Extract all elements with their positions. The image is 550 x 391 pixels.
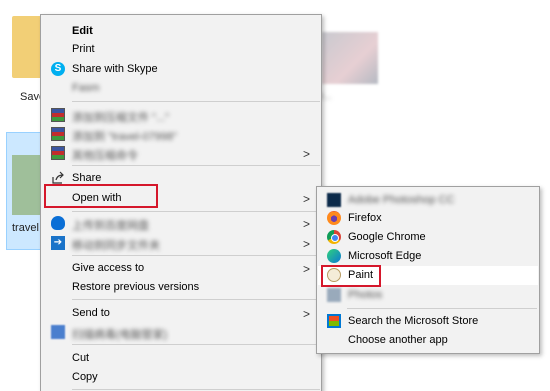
menu-item-edit[interactable]: Edit bbox=[42, 21, 320, 41]
menu-item-label: Give access to bbox=[72, 262, 145, 274]
menu-item-label: Copy bbox=[72, 371, 98, 383]
menu-item-label: 上传到百度网盘 bbox=[72, 220, 149, 232]
submenu-item-label: Adobe Photoshop CC bbox=[348, 194, 455, 206]
submenu-item-edge[interactable]: Microsoft Edge bbox=[318, 247, 538, 266]
scan-icon bbox=[51, 325, 65, 339]
file-thumbnail[interactable] bbox=[322, 32, 378, 84]
menu-item-label: Share bbox=[72, 172, 102, 184]
menu-item-blurred[interactable]: Fasm bbox=[42, 78, 320, 98]
menu-item-label: Print bbox=[72, 43, 95, 55]
menu-item-cloud-upload[interactable]: 上传到百度网盘 > bbox=[42, 213, 320, 233]
paint-highlight bbox=[321, 265, 381, 287]
move-arrow-icon: ➔ bbox=[51, 236, 65, 250]
submenu-item-photoshop[interactable]: Adobe Photoshop CC bbox=[318, 191, 538, 210]
submenu-item-label: Choose another app bbox=[348, 334, 448, 346]
submenu-item-label: Google Chrome bbox=[348, 231, 426, 243]
menu-separator bbox=[72, 101, 320, 102]
menu-item-move-sync[interactable]: ➔ 移动到同步文件夹 > bbox=[42, 233, 320, 253]
menu-item-label: 移动到同步文件夹 bbox=[72, 240, 160, 252]
menu-item-label: Restore previous versions bbox=[72, 281, 200, 293]
submenu-item-label: Microsoft Edge bbox=[348, 250, 422, 262]
menu-separator bbox=[72, 389, 320, 390]
edge-icon bbox=[327, 249, 341, 263]
submenu-item-firefox[interactable]: Firefox bbox=[318, 209, 538, 228]
menu-item-label: 其他压缩命令 bbox=[72, 150, 138, 162]
menu-item-label: 添加到压缩文件 "..." bbox=[72, 112, 170, 124]
menu-item-label: Cut bbox=[72, 352, 90, 364]
menu-separator bbox=[72, 165, 320, 166]
menu-item-label: Fasm bbox=[72, 82, 100, 94]
menu-item-give-access[interactable]: Give access to > bbox=[42, 258, 320, 278]
winrar-icon bbox=[51, 146, 65, 160]
submenu-item-label: Photos bbox=[348, 289, 383, 301]
menu-separator bbox=[72, 211, 320, 212]
menu-separator bbox=[347, 308, 537, 309]
menu-item-scan[interactable]: 扫描病毒(电脑管家) bbox=[42, 322, 320, 342]
chrome-icon bbox=[327, 230, 341, 244]
winrar-icon bbox=[51, 127, 65, 141]
submenu-item-photos[interactable]: Photos bbox=[318, 286, 538, 305]
menu-separator bbox=[72, 299, 320, 300]
submenu-item-label: Firefox bbox=[348, 212, 382, 224]
chevron-right-icon: > bbox=[302, 192, 310, 206]
menu-item-share-skype[interactable]: S Share with Skype bbox=[42, 59, 320, 79]
menu-separator bbox=[72, 255, 320, 256]
submenu-item-chrome[interactable]: Google Chrome bbox=[318, 228, 538, 247]
menu-item-print[interactable]: Print bbox=[42, 39, 320, 59]
menu-item-label: Send to bbox=[72, 307, 110, 319]
share-icon bbox=[51, 171, 65, 185]
open-with-highlight bbox=[44, 184, 158, 208]
chevron-right-icon: > bbox=[302, 147, 310, 161]
menu-item-archive-more[interactable]: 其他压缩命令 > bbox=[42, 143, 320, 163]
menu-item-label: 扫描病毒(电脑管家) bbox=[72, 329, 168, 341]
photoshop-icon bbox=[327, 193, 341, 207]
menu-item-send-to[interactable]: Send to > bbox=[42, 303, 320, 323]
menu-item-label: Edit bbox=[72, 25, 93, 37]
submenu-item-label: Search the Microsoft Store bbox=[348, 315, 479, 327]
firefox-icon bbox=[327, 211, 341, 225]
menu-separator bbox=[72, 344, 320, 345]
menu-item-label: 添加到 "travel-07998" bbox=[72, 131, 178, 143]
microsoft-store-icon bbox=[327, 314, 341, 328]
chevron-right-icon: > bbox=[302, 307, 310, 321]
menu-item-cut[interactable]: Cut bbox=[42, 348, 320, 368]
chevron-right-icon: > bbox=[302, 217, 310, 231]
photos-icon bbox=[327, 288, 341, 302]
submenu-item-store[interactable]: Search the Microsoft Store bbox=[318, 312, 538, 331]
menu-item-restore-versions[interactable]: Restore previous versions bbox=[42, 277, 320, 297]
menu-item-archive-add-named[interactable]: 添加到 "travel-07998" bbox=[42, 124, 320, 144]
submenu-item-choose-app[interactable]: Choose another app bbox=[318, 331, 538, 350]
menu-item-label: Share with Skype bbox=[72, 63, 158, 75]
chevron-right-icon: > bbox=[302, 262, 310, 276]
skype-icon: S bbox=[51, 62, 65, 76]
selected-file-thumbnail bbox=[12, 155, 42, 215]
menu-item-archive-add[interactable]: 添加到压缩文件 "..." bbox=[42, 105, 320, 125]
file-label: r... bbox=[320, 91, 332, 102]
winrar-icon bbox=[51, 108, 65, 122]
chevron-right-icon: > bbox=[302, 237, 310, 251]
menu-item-copy[interactable]: Copy bbox=[42, 367, 320, 387]
cloud-icon bbox=[51, 216, 65, 230]
